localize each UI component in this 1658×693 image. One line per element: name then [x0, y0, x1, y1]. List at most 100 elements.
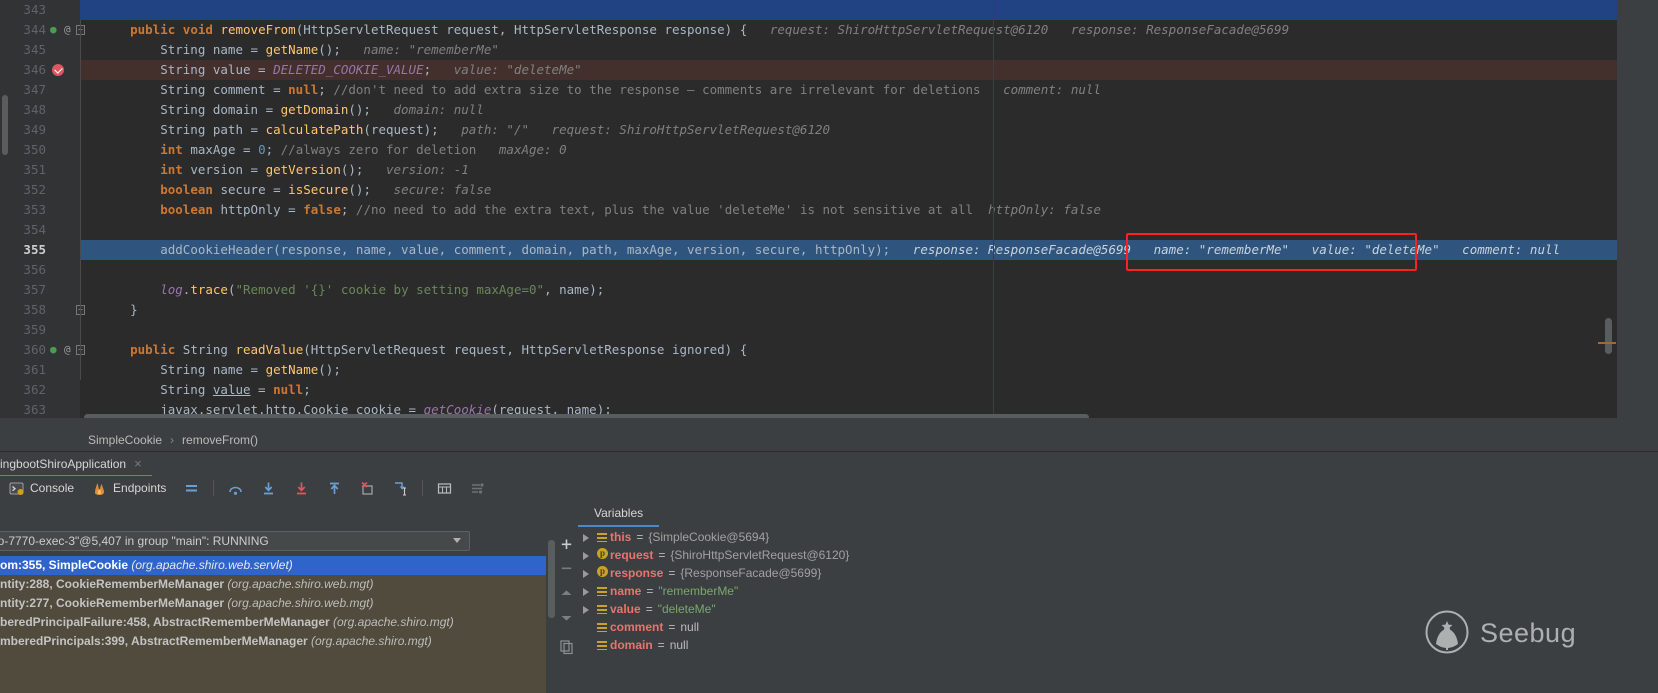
- frame-row[interactable]: beredPrincipalFailure:458, AbstractRemem…: [0, 613, 546, 632]
- line-gutter[interactable]: 346: [0, 60, 80, 80]
- line-gutter[interactable]: 347: [0, 80, 80, 100]
- line-gutter[interactable]: 356: [0, 260, 80, 280]
- show-execution-point-button[interactable]: [175, 476, 208, 500]
- code-text[interactable]: String path = calculatePath(request); pa…: [100, 120, 830, 140]
- breadcrumb-class[interactable]: SimpleCookie: [88, 433, 162, 447]
- run-gutter-icon[interactable]: ●: [50, 20, 57, 40]
- expand-arrow-icon[interactable]: [578, 564, 594, 582]
- drop-frame-button[interactable]: [351, 476, 384, 500]
- remove-watch-button[interactable]: [558, 560, 575, 577]
- code-line[interactable]: 344●@− public void removeFrom(HttpServle…: [0, 20, 1617, 40]
- variable-row[interactable]: name="rememberMe": [578, 582, 1658, 600]
- code-line[interactable]: 355 addCookieHeader(response, name, valu…: [0, 240, 1617, 260]
- line-gutter[interactable]: 353: [0, 200, 80, 220]
- settings-button[interactable]: [461, 476, 494, 500]
- variable-row[interactable]: this={SimpleCookie@5694}: [578, 528, 1658, 546]
- line-gutter[interactable]: 359: [0, 320, 80, 340]
- code-text[interactable]: String name = getName();: [100, 360, 341, 380]
- line-gutter[interactable]: 349: [0, 120, 80, 140]
- line-gutter[interactable]: 357: [0, 280, 80, 300]
- code-line[interactable]: 343: [0, 0, 1617, 20]
- code-editor[interactable]: 343344●@− public void removeFrom(HttpSer…: [0, 0, 1658, 418]
- code-line[interactable]: 360●@− public String readValue(HttpServl…: [0, 340, 1617, 360]
- code-text[interactable]: String comment = null; //don't need to a…: [100, 80, 1101, 100]
- code-line[interactable]: 348 String domain = getDomain(); domain:…: [0, 100, 1617, 120]
- console-tab[interactable]: Console: [0, 476, 83, 500]
- code-text[interactable]: }: [100, 300, 138, 320]
- code-line[interactable]: 347 String comment = null; //don't need …: [0, 80, 1617, 100]
- code-line[interactable]: 345 String name = getName(); name: "reme…: [0, 40, 1617, 60]
- line-gutter[interactable]: 358−: [0, 300, 80, 320]
- line-gutter[interactable]: 348: [0, 100, 80, 120]
- editor-horizontal-scrollbar[interactable]: [84, 414, 1089, 418]
- code-line[interactable]: 362 String value = null;: [0, 380, 1617, 400]
- move-up-button[interactable]: [558, 585, 575, 602]
- line-gutter[interactable]: 351: [0, 160, 80, 180]
- frame-row[interactable]: om:355, SimpleCookie (org.apache.shiro.w…: [0, 556, 546, 575]
- line-gutter[interactable]: 355: [0, 240, 80, 260]
- code-text[interactable]: String value = DELETED_COOKIE_VALUE; val…: [100, 60, 582, 80]
- run-tab-springboot-application[interactable]: ingbootShiroApplication ×: [0, 452, 152, 477]
- run-to-cursor-button[interactable]: [384, 476, 417, 500]
- code-text[interactable]: int maxAge = 0; //always zero for deleti…: [100, 140, 567, 160]
- line-gutter[interactable]: 352: [0, 180, 80, 200]
- code-text[interactable]: boolean httpOnly = false; //no need to a…: [100, 200, 1101, 220]
- variable-row[interactable]: response={ResponseFacade@5699}: [578, 564, 1658, 582]
- code-line[interactable]: 353 boolean httpOnly = false; //no need …: [0, 200, 1617, 220]
- evaluate-expression-button[interactable]: [428, 476, 461, 500]
- editor-vertical-scrollbar[interactable]: [1605, 318, 1612, 354]
- code-text[interactable]: addCookieHeader(response, name, value, c…: [100, 240, 1560, 260]
- code-line[interactable]: 357 log.trace("Removed '{}' cookie by se…: [0, 280, 1617, 300]
- frame-row[interactable]: ntity:277, CookieRememberMeManager (org.…: [0, 594, 546, 613]
- code-line[interactable]: 356: [0, 260, 1617, 280]
- expand-arrow-icon[interactable]: [578, 582, 594, 600]
- code-text[interactable]: String value = null;: [100, 380, 311, 400]
- add-watch-button[interactable]: [558, 536, 575, 553]
- code-text[interactable]: boolean secure = isSecure(); secure: fal…: [100, 180, 491, 200]
- code-text[interactable]: public String readValue(HttpServletReque…: [100, 340, 747, 360]
- line-gutter[interactable]: 363: [0, 400, 80, 418]
- thread-selector[interactable]: io-7770-exec-3"@5,407 in group "main": R…: [0, 531, 470, 551]
- line-gutter[interactable]: 343: [0, 0, 80, 20]
- code-text[interactable]: String name = getName(); name: "remember…: [100, 40, 499, 60]
- line-gutter[interactable]: 362: [0, 380, 80, 400]
- code-line[interactable]: 352 boolean secure = isSecure(); secure:…: [0, 180, 1617, 200]
- expand-arrow-icon[interactable]: [578, 600, 594, 618]
- copy-value-button[interactable]: [558, 638, 575, 655]
- code-line[interactable]: 350 int maxAge = 0; //always zero for de…: [0, 140, 1617, 160]
- override-marker-icon[interactable]: @: [64, 340, 71, 360]
- endpoints-tab[interactable]: Endpoints: [83, 476, 175, 500]
- run-gutter-icon[interactable]: ●: [50, 340, 57, 360]
- line-gutter[interactable]: 350: [0, 140, 80, 160]
- variable-row[interactable]: request={ShiroHttpServletRequest@6120}: [578, 546, 1658, 564]
- frames-scrollbar[interactable]: [548, 540, 555, 618]
- breadcrumb-method[interactable]: removeFrom(): [182, 433, 258, 447]
- breadcrumb[interactable]: SimpleCookie › removeFrom(): [0, 429, 1658, 451]
- frames-list[interactable]: om:355, SimpleCookie (org.apache.shiro.w…: [0, 556, 546, 693]
- code-line[interactable]: 354: [0, 220, 1617, 240]
- move-down-button[interactable]: [558, 610, 575, 627]
- code-line[interactable]: 359: [0, 320, 1617, 340]
- expand-arrow-icon[interactable]: [578, 546, 594, 564]
- tab-variables[interactable]: Variables: [578, 500, 659, 527]
- step-into-button[interactable]: [252, 476, 285, 500]
- override-marker-icon[interactable]: @: [64, 20, 71, 40]
- close-icon[interactable]: ×: [134, 456, 142, 471]
- code-text[interactable]: String domain = getDomain(); domain: nul…: [100, 100, 484, 120]
- force-step-into-button[interactable]: [285, 476, 318, 500]
- editor-left-scrollbar[interactable]: [2, 95, 8, 155]
- chevron-down-icon[interactable]: [453, 538, 461, 543]
- step-out-button[interactable]: [318, 476, 351, 500]
- code-text[interactable]: log.trace("Removed '{}' cookie by settin…: [100, 280, 604, 300]
- step-over-button[interactable]: [219, 476, 252, 500]
- line-gutter[interactable]: 345: [0, 40, 80, 60]
- code-line[interactable]: 351 int version = getVersion(); version:…: [0, 160, 1617, 180]
- line-gutter[interactable]: 361: [0, 360, 80, 380]
- frame-row[interactable]: mberedPrincipals:399, AbstractRememberMe…: [0, 632, 546, 651]
- code-text[interactable]: int version = getVersion(); version: -1: [100, 160, 469, 180]
- frame-row[interactable]: ntity:288, CookieRememberMeManager (org.…: [0, 575, 546, 594]
- line-gutter[interactable]: 344●@−: [0, 20, 80, 40]
- code-line[interactable]: 361 String name = getName();: [0, 360, 1617, 380]
- breakpoint-icon[interactable]: [52, 64, 64, 76]
- code-text[interactable]: public void removeFrom(HttpServletReques…: [100, 20, 1289, 40]
